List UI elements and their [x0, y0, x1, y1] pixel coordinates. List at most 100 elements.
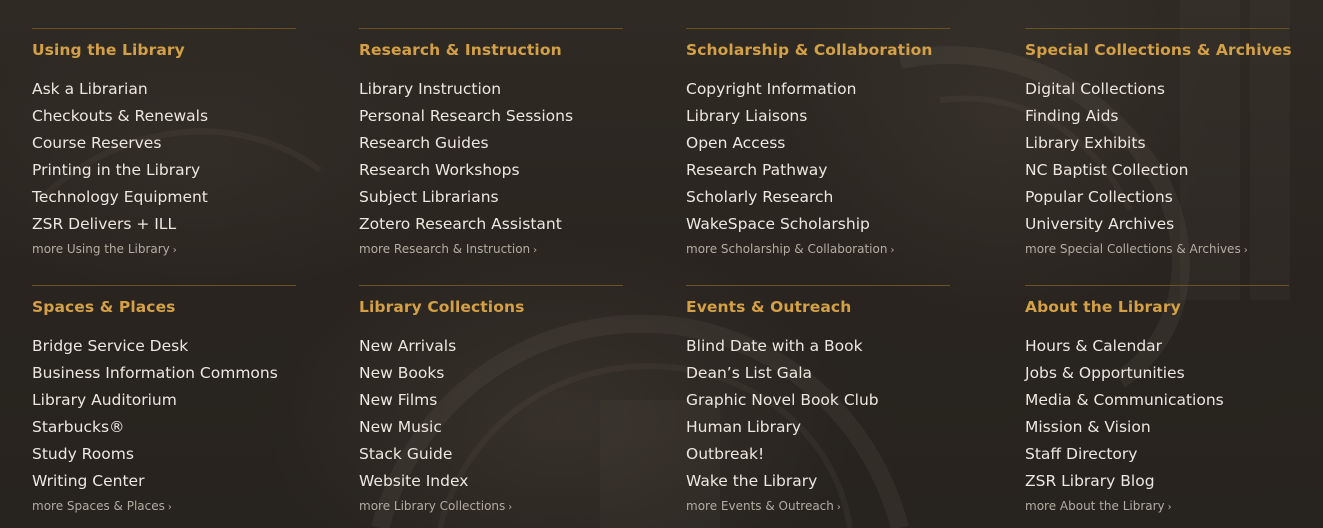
more-link-label: more Research & Instruction: [359, 242, 531, 256]
nav-link[interactable]: Writing Center: [32, 468, 296, 495]
more-link-label: more Library Collections: [359, 499, 506, 513]
nav-column-events-outreach: Events & Outreach Blind Date with a Book…: [686, 285, 950, 516]
more-link-label: more About the Library: [1025, 499, 1165, 513]
nav-link[interactable]: Graphic Novel Book Club: [686, 387, 950, 414]
link-list: Bridge Service Desk Business Information…: [32, 333, 296, 495]
nav-link[interactable]: Course Reserves: [32, 130, 296, 157]
nav-link[interactable]: Media & Communications: [1025, 387, 1289, 414]
nav-link[interactable]: Digital Collections: [1025, 76, 1289, 103]
nav-link[interactable]: Mission & Vision: [1025, 414, 1289, 441]
nav-column-using-the-library: Using the Library Ask a Librarian Checko…: [32, 28, 296, 259]
link-list: New Arrivals New Books New Films New Mus…: [359, 333, 623, 495]
more-link-label: more Special Collections & Archives: [1025, 242, 1241, 256]
nav-column-special-collections-archives: Special Collections & Archives Digital C…: [1025, 28, 1292, 259]
nav-link[interactable]: Wake the Library: [686, 468, 950, 495]
nav-link[interactable]: Business Information Commons: [32, 360, 296, 387]
nav-link[interactable]: Finding Aids: [1025, 103, 1289, 130]
nav-link[interactable]: New Books: [359, 360, 623, 387]
more-link[interactable]: more Events & Outreach ›: [686, 498, 950, 516]
nav-link[interactable]: Staff Directory: [1025, 441, 1289, 468]
column-divider: [1025, 285, 1289, 286]
column-heading[interactable]: Events & Outreach: [686, 297, 950, 317]
nav-link[interactable]: New Music: [359, 414, 623, 441]
nav-link[interactable]: Stack Guide: [359, 441, 623, 468]
nav-link[interactable]: Library Exhibits: [1025, 130, 1289, 157]
column-divider: [359, 28, 623, 29]
more-link-label: more Scholarship & Collaboration: [686, 242, 888, 256]
chevron-right-icon: ›: [1167, 502, 1172, 513]
nav-link[interactable]: Research Guides: [359, 130, 623, 157]
nav-link[interactable]: Outbreak!: [686, 441, 950, 468]
nav-link[interactable]: Ask a Librarian: [32, 76, 296, 103]
footer-navigation: Using the Library Ask a Librarian Checko…: [0, 0, 1323, 528]
nav-link[interactable]: Checkouts & Renewals: [32, 103, 296, 130]
link-list: Copyright Information Library Liaisons O…: [686, 76, 950, 238]
more-link[interactable]: more Scholarship & Collaboration ›: [686, 241, 950, 259]
nav-link[interactable]: WakeSpace Scholarship: [686, 211, 950, 238]
column-divider: [359, 285, 623, 286]
column-heading[interactable]: Spaces & Places: [32, 297, 296, 317]
nav-link[interactable]: ZSR Library Blog: [1025, 468, 1289, 495]
nav-link[interactable]: Library Instruction: [359, 76, 623, 103]
more-link[interactable]: more Library Collections ›: [359, 498, 623, 516]
more-link-label: more Using the Library: [32, 242, 170, 256]
nav-link[interactable]: Printing in the Library: [32, 157, 296, 184]
nav-link[interactable]: Hours & Calendar: [1025, 333, 1289, 360]
nav-link[interactable]: ZSR Delivers + ILL: [32, 211, 296, 238]
nav-link[interactable]: Starbucks®: [32, 414, 296, 441]
nav-link[interactable]: Website Index: [359, 468, 623, 495]
link-list: Library Instruction Personal Research Se…: [359, 76, 623, 238]
chevron-right-icon: ›: [167, 502, 172, 513]
nav-link[interactable]: Open Access: [686, 130, 950, 157]
nav-link[interactable]: Research Workshops: [359, 157, 623, 184]
more-link[interactable]: more Using the Library ›: [32, 241, 296, 259]
nav-column-scholarship-collaboration: Scholarship & Collaboration Copyright In…: [686, 28, 950, 259]
nav-column-spaces-places: Spaces & Places Bridge Service Desk Busi…: [32, 285, 296, 516]
column-divider: [686, 28, 950, 29]
nav-column-library-collections: Library Collections New Arrivals New Boo…: [359, 285, 623, 516]
more-link[interactable]: more Spaces & Places ›: [32, 498, 296, 516]
nav-link[interactable]: Blind Date with a Book: [686, 333, 950, 360]
nav-link[interactable]: NC Baptist Collection: [1025, 157, 1289, 184]
nav-link[interactable]: Library Auditorium: [32, 387, 296, 414]
chevron-right-icon: ›: [172, 245, 177, 256]
more-link-label: more Events & Outreach: [686, 499, 834, 513]
link-list: Hours & Calendar Jobs & Opportunities Me…: [1025, 333, 1289, 495]
chevron-right-icon: ›: [508, 502, 513, 513]
nav-link[interactable]: Jobs & Opportunities: [1025, 360, 1289, 387]
column-heading[interactable]: Library Collections: [359, 297, 623, 317]
column-heading[interactable]: Using the Library: [32, 40, 296, 60]
more-link[interactable]: more Special Collections & Archives ›: [1025, 241, 1289, 259]
column-heading[interactable]: Scholarship & Collaboration: [686, 40, 950, 60]
more-link[interactable]: more Research & Instruction ›: [359, 241, 623, 259]
nav-link[interactable]: Zotero Research Assistant: [359, 211, 623, 238]
link-list: Digital Collections Finding Aids Library…: [1025, 76, 1289, 238]
nav-link[interactable]: Research Pathway: [686, 157, 950, 184]
nav-link[interactable]: Bridge Service Desk: [32, 333, 296, 360]
column-heading[interactable]: Research & Instruction: [359, 40, 623, 60]
nav-link[interactable]: Personal Research Sessions: [359, 103, 623, 130]
column-heading[interactable]: Special Collections & Archives: [1025, 40, 1292, 60]
link-list: Blind Date with a Book Dean’s List Gala …: [686, 333, 950, 495]
nav-link[interactable]: Library Liaisons: [686, 103, 950, 130]
more-link-label: more Spaces & Places: [32, 499, 165, 513]
nav-link[interactable]: New Films: [359, 387, 623, 414]
nav-link[interactable]: Human Library: [686, 414, 950, 441]
column-divider: [32, 28, 296, 29]
nav-link[interactable]: Popular Collections: [1025, 184, 1289, 211]
column-divider: [32, 285, 296, 286]
nav-link[interactable]: Copyright Information: [686, 76, 950, 103]
nav-column-about-the-library: About the Library Hours & Calendar Jobs …: [1025, 285, 1289, 516]
nav-link[interactable]: Technology Equipment: [32, 184, 296, 211]
nav-link[interactable]: Study Rooms: [32, 441, 296, 468]
more-link[interactable]: more About the Library ›: [1025, 498, 1289, 516]
nav-link[interactable]: Dean’s List Gala: [686, 360, 950, 387]
column-heading[interactable]: About the Library: [1025, 297, 1289, 317]
link-list: Ask a Librarian Checkouts & Renewals Cou…: [32, 76, 296, 238]
nav-link[interactable]: Subject Librarians: [359, 184, 623, 211]
nav-link[interactable]: University Archives: [1025, 211, 1289, 238]
nav-link[interactable]: New Arrivals: [359, 333, 623, 360]
column-divider: [1025, 28, 1289, 29]
nav-link[interactable]: Scholarly Research: [686, 184, 950, 211]
chevron-right-icon: ›: [836, 502, 841, 513]
